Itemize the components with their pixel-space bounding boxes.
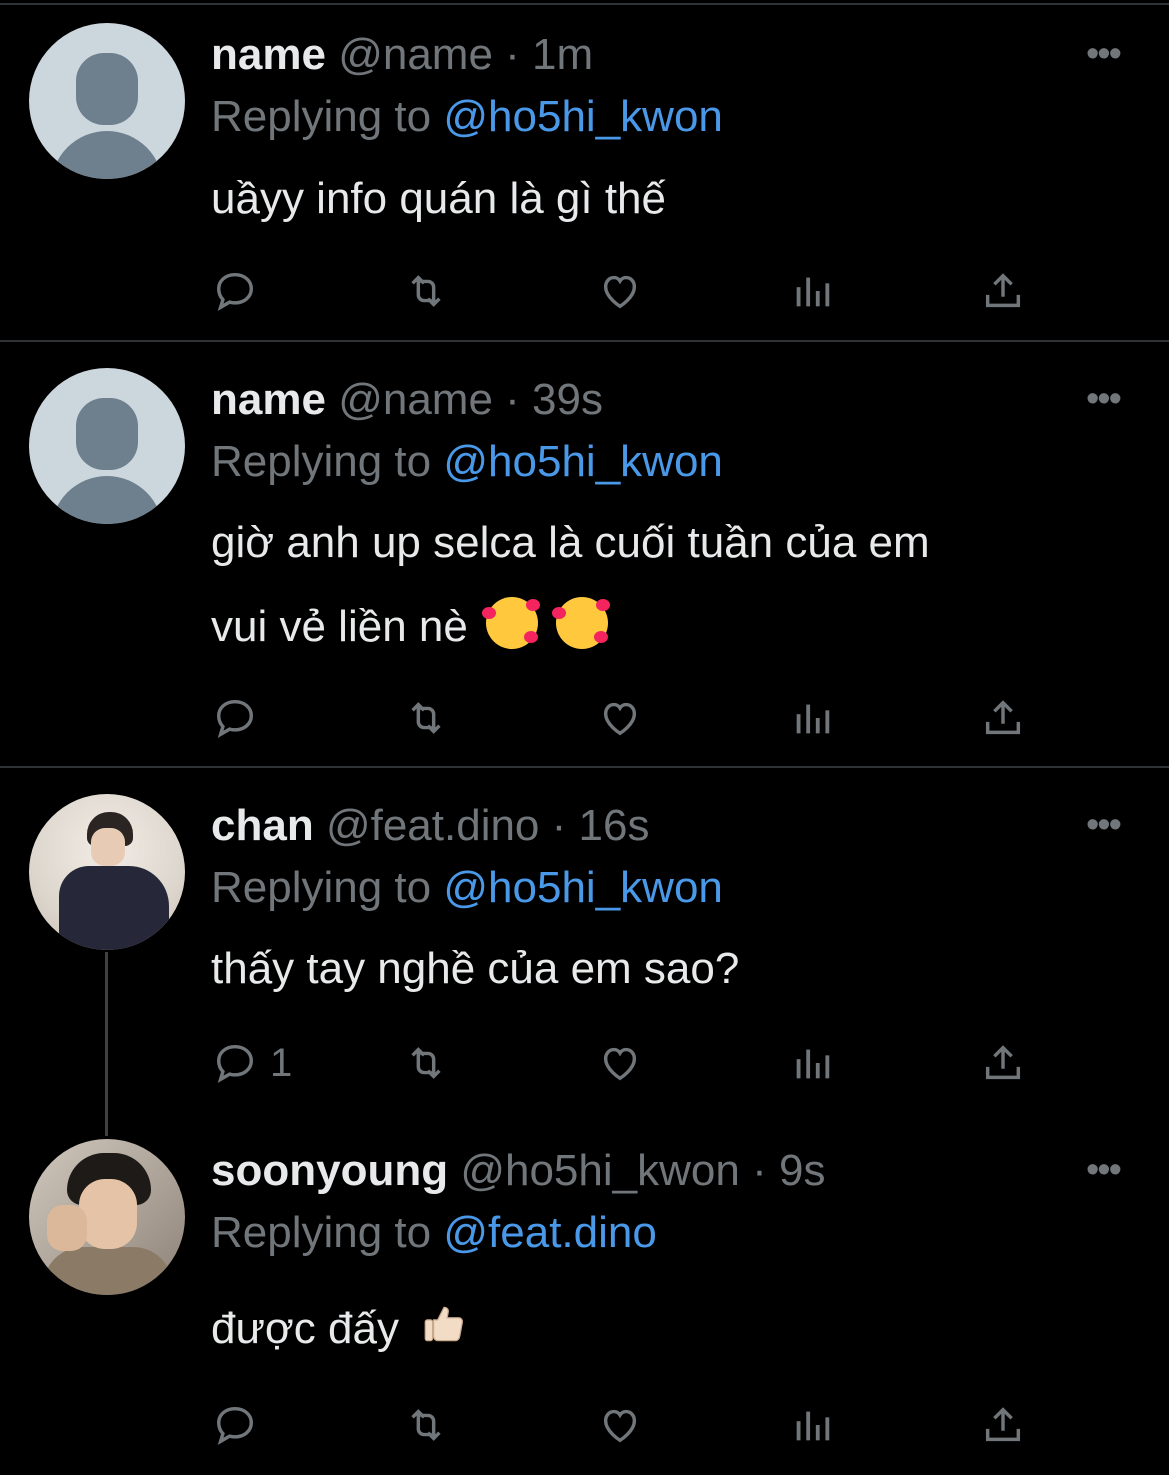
- divider: [0, 340, 1169, 342]
- separator: ·: [505, 30, 520, 79]
- retweet-button[interactable]: [403, 268, 449, 314]
- timestamp[interactable]: 16s: [579, 801, 650, 850]
- tweet-text-line: giờ anh up selca là cuối tuần của em: [211, 518, 930, 567]
- like-button[interactable]: [597, 268, 643, 314]
- share-button[interactable]: [980, 268, 1026, 314]
- retweet-icon: [411, 1047, 441, 1079]
- like-button[interactable]: [597, 1402, 643, 1448]
- user-handle[interactable]: @name: [338, 375, 493, 424]
- replying-to: Replying to @ho5hi_kwon: [211, 863, 723, 913]
- timestamp[interactable]: 9s: [779, 1146, 825, 1195]
- tweet-text: thấy tay nghề của em sao?: [211, 944, 740, 993]
- mention-link[interactable]: @ho5hi_kwon: [443, 92, 723, 141]
- tweet-header: chan @feat.dino · 16s: [211, 801, 649, 851]
- action-bar: [0, 695, 1169, 745]
- avatar[interactable]: [29, 23, 185, 179]
- reply-button[interactable]: [212, 1402, 258, 1448]
- analytics-button[interactable]: [789, 695, 835, 741]
- timestamp[interactable]: 1m: [532, 30, 593, 79]
- more-options-icon[interactable]: •••: [1086, 1151, 1122, 1189]
- share-icon: [985, 1045, 1021, 1080]
- tweet-header: name @name · 1m: [211, 30, 593, 80]
- avatar[interactable]: [29, 1139, 185, 1295]
- like-icon: [603, 1409, 637, 1443]
- analytics-button[interactable]: [789, 268, 835, 314]
- replying-to: Replying to @ho5hi_kwon: [211, 437, 723, 487]
- like-button[interactable]: [597, 695, 643, 741]
- replying-to: Replying to @ho5hi_kwon: [211, 92, 723, 142]
- tweet-text: được đấy: [211, 1287, 1131, 1371]
- more-options-icon[interactable]: •••: [1086, 380, 1122, 418]
- analytics-button[interactable]: [789, 1402, 835, 1448]
- retweet-icon: [411, 275, 441, 307]
- share-button[interactable]: [980, 1402, 1026, 1448]
- tweet-header: soonyoung @ho5hi_kwon · 9s: [211, 1146, 825, 1196]
- reply-button[interactable]: 1: [212, 1040, 292, 1086]
- reply-icon: [216, 1044, 254, 1083]
- separator: ·: [505, 375, 520, 424]
- tweet-text-fragment: vui vẻ liền nè: [211, 602, 468, 651]
- like-icon: [603, 275, 637, 309]
- share-icon: [985, 1407, 1021, 1442]
- analytics-button[interactable]: [789, 1040, 835, 1086]
- tweet-text: uầyy info quán là gì thế: [211, 174, 666, 223]
- share-button[interactable]: [980, 1040, 1026, 1086]
- tweet-text: giờ anh up selca là cuối tuần của em vui…: [211, 501, 1131, 669]
- action-bar: 1: [0, 1040, 1169, 1090]
- more-options-icon[interactable]: •••: [1086, 35, 1122, 73]
- share-button[interactable]: [980, 695, 1026, 741]
- reply-icon: [216, 1406, 254, 1445]
- smiling-face-with-hearts-icon: [482, 597, 541, 649]
- tweet-text-line: vui vẻ liền nè: [211, 585, 1131, 669]
- more-options-icon[interactable]: •••: [1086, 806, 1122, 844]
- reply-icon: [216, 272, 254, 311]
- mention-link[interactable]: @ho5hi_kwon: [443, 863, 723, 912]
- like-icon: [603, 1047, 637, 1081]
- retweet-icon: [411, 1409, 441, 1441]
- analytics-icon: [796, 704, 830, 734]
- like-button[interactable]: [597, 1040, 643, 1086]
- analytics-icon: [796, 1411, 830, 1441]
- retweet-icon: [411, 702, 441, 734]
- retweet-button[interactable]: [403, 695, 449, 741]
- replying-label: Replying to: [211, 1208, 432, 1257]
- tweet-text-fragment: được đấy: [211, 1304, 399, 1353]
- retweet-button[interactable]: [403, 1040, 449, 1086]
- analytics-icon: [796, 1049, 830, 1079]
- reply-button[interactable]: [212, 268, 258, 314]
- separator: ·: [752, 1146, 767, 1195]
- action-bar: [0, 268, 1169, 318]
- user-handle[interactable]: @ho5hi_kwon: [460, 1146, 740, 1195]
- replying-to: Replying to @feat.dino: [211, 1208, 657, 1258]
- reply-button[interactable]: [212, 695, 258, 741]
- divider: [0, 766, 1169, 768]
- user-handle[interactable]: @feat.dino: [326, 801, 539, 850]
- display-name[interactable]: chan: [211, 801, 314, 850]
- user-handle[interactable]: @name: [338, 30, 493, 79]
- separator: ·: [551, 801, 567, 850]
- smiling-face-with-hearts-icon: [552, 597, 611, 649]
- reply-count: 1: [270, 1040, 293, 1085]
- mention-link[interactable]: @ho5hi_kwon: [443, 437, 723, 486]
- tweet-header: name @name · 39s: [211, 375, 603, 425]
- replying-label: Replying to: [211, 863, 432, 912]
- like-icon: [603, 702, 637, 736]
- display-name[interactable]: name: [211, 30, 326, 79]
- avatar[interactable]: [29, 368, 185, 524]
- share-icon: [985, 273, 1021, 308]
- replying-label: Replying to: [211, 437, 432, 486]
- mention-link[interactable]: @feat.dino: [443, 1208, 656, 1257]
- display-name[interactable]: soonyoung: [211, 1146, 448, 1195]
- share-icon: [985, 700, 1021, 735]
- thumbs-up-icon: [424, 1306, 464, 1342]
- reply-icon: [216, 699, 254, 738]
- action-bar: [0, 1402, 1169, 1452]
- retweet-button[interactable]: [403, 1402, 449, 1448]
- display-name[interactable]: name: [211, 375, 326, 424]
- analytics-icon: [796, 277, 830, 307]
- timestamp[interactable]: 39s: [532, 375, 603, 424]
- divider: [0, 3, 1169, 5]
- replying-label: Replying to: [211, 92, 432, 141]
- avatar[interactable]: [29, 794, 185, 950]
